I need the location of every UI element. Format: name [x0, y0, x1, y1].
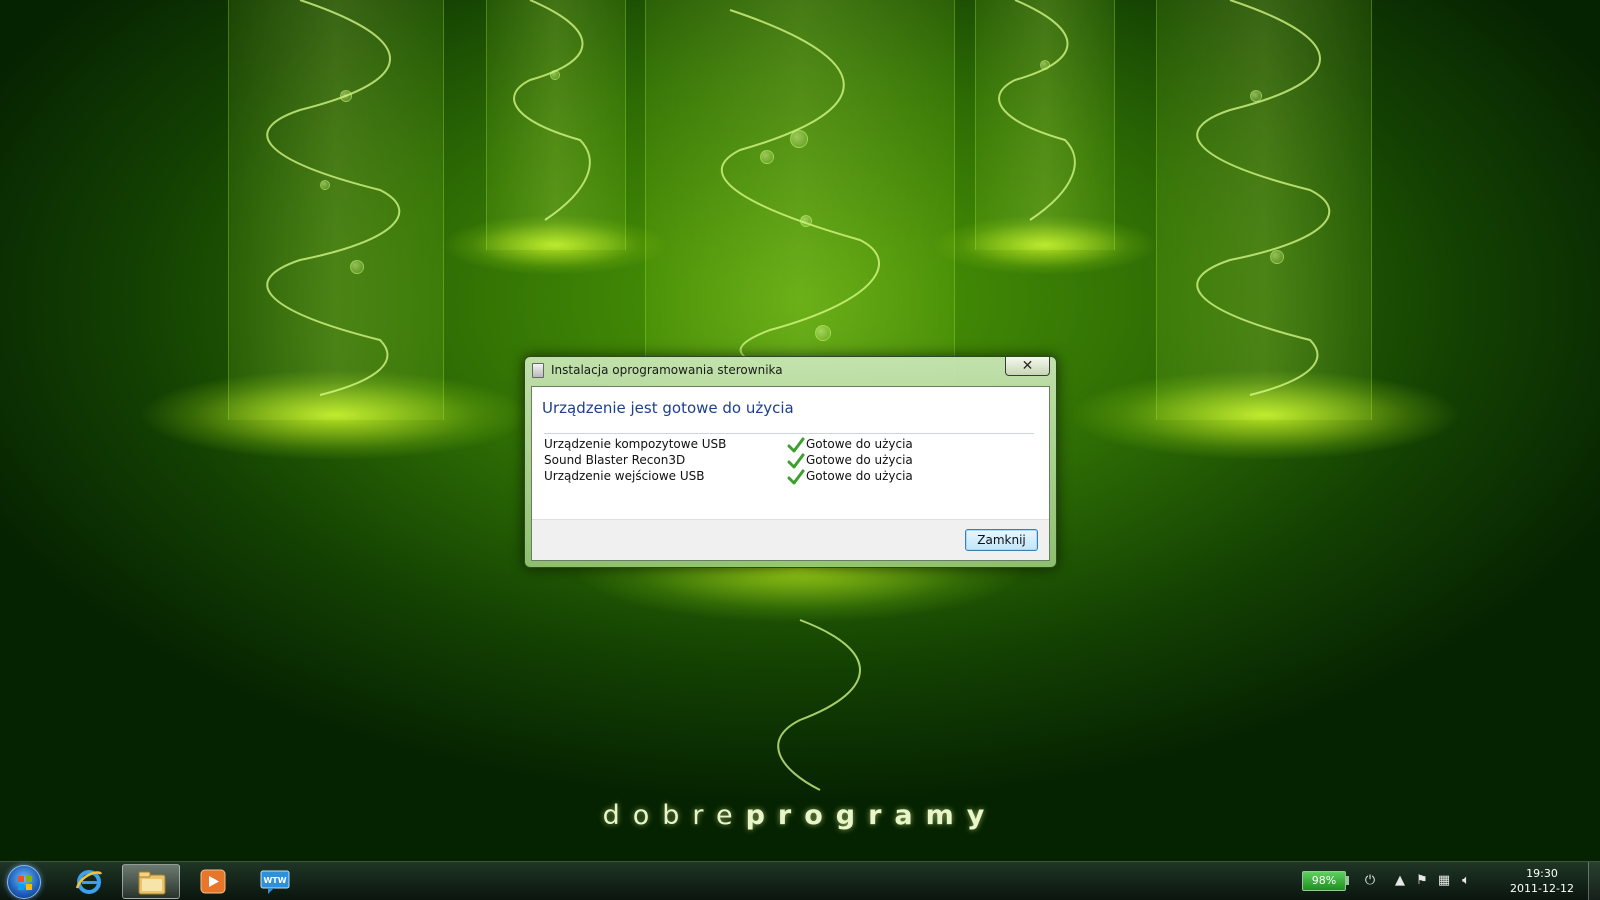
- wtw-icon: WTW: [260, 870, 290, 894]
- close-button[interactable]: Zamknij: [965, 529, 1038, 551]
- show-desktop-button[interactable]: [1588, 862, 1600, 900]
- list-item: Urządzenie kompozytowe USB Gotowe do uży…: [544, 437, 1034, 453]
- taskbar-wtw[interactable]: WTW: [246, 864, 304, 899]
- volume-icon[interactable]: 🔈︎: [1458, 873, 1474, 889]
- taskbar-media-player[interactable]: [184, 864, 242, 899]
- driver-install-icon: [532, 363, 544, 378]
- device-status: Gotowe do użycia: [806, 469, 913, 483]
- wtw-label: WTW: [263, 876, 286, 885]
- dialog-titlebar[interactable]: Instalacja oprogramowania sterownika ✕: [525, 357, 1056, 385]
- bubble: [320, 180, 330, 190]
- dialog-footer: Zamknij: [532, 519, 1049, 560]
- battery-percent: 98%: [1311, 874, 1337, 887]
- system-clock[interactable]: 19:30 2011-12-12: [1506, 866, 1578, 896]
- bubble: [760, 150, 774, 164]
- dialog-title: Instalacja oprogramowania sterownika: [551, 363, 783, 377]
- checkmark-icon: [787, 453, 805, 469]
- dialog-content: Urządzenie jest gotowe do użycia Urządze…: [531, 386, 1050, 561]
- bubble: [800, 215, 812, 227]
- brand-bold: programy: [745, 800, 998, 831]
- power-plug-icon[interactable]: ⏻: [1362, 873, 1378, 889]
- show-hidden-icons-icon[interactable]: ▲: [1392, 873, 1408, 889]
- clock-date: 2011-12-12: [1510, 882, 1574, 895]
- device-status: Gotowe do użycia: [806, 437, 913, 451]
- bubble: [550, 70, 560, 80]
- driver-install-dialog: Instalacja oprogramowania sterownika ✕ U…: [524, 356, 1057, 568]
- list-item: Urządzenie wejściowe USB Gotowe do użyci…: [544, 469, 1034, 485]
- network-icon[interactable]: ▦: [1436, 873, 1452, 889]
- brand-light: dobre: [602, 800, 746, 831]
- dialog-heading: Urządzenie jest gotowe do użycia: [542, 399, 794, 417]
- bubble: [815, 325, 831, 341]
- battery-indicator[interactable]: 98%: [1302, 871, 1346, 891]
- bubble: [790, 130, 808, 148]
- device-name: Urządzenie wejściowe USB: [544, 469, 705, 483]
- divider: [544, 433, 1034, 434]
- clock-time: 19:30: [1526, 867, 1558, 880]
- taskbar-internet-explorer[interactable]: [60, 864, 118, 899]
- device-name: Urządzenie kompozytowe USB: [544, 437, 727, 451]
- checkmark-icon: [787, 437, 805, 453]
- wallpaper-brand-text: dobreprogramy: [600, 800, 1000, 831]
- taskbar: WTW 98% ⏻ ▲ ⚑ ▦ 🔈︎ 19:30 2011-12-12: [0, 861, 1600, 900]
- taskbar-windows-explorer[interactable]: [122, 864, 180, 899]
- internet-explorer-icon: [75, 870, 103, 894]
- windows-explorer-icon: [138, 871, 166, 895]
- bubble: [1040, 60, 1050, 70]
- close-window-button[interactable]: ✕: [1005, 357, 1050, 376]
- device-status: Gotowe do użycia: [806, 453, 913, 467]
- battery-tip: [1346, 876, 1349, 885]
- bubble: [1270, 250, 1284, 264]
- bubble: [1250, 90, 1262, 102]
- action-center-flag-icon[interactable]: ⚑: [1414, 873, 1430, 889]
- device-name: Sound Blaster Recon3D: [544, 453, 686, 467]
- media-player-icon: [200, 869, 226, 894]
- checkmark-icon: [787, 469, 805, 485]
- start-button[interactable]: [7, 865, 41, 899]
- list-item: Sound Blaster Recon3D Gotowe do użycia: [544, 453, 1034, 469]
- bubble: [340, 90, 352, 102]
- bubble: [350, 260, 364, 274]
- windows-logo-icon: [18, 876, 32, 890]
- device-list: Urządzenie kompozytowe USB Gotowe do uży…: [544, 437, 1034, 485]
- system-tray: 98% ⏻ ▲ ⚑ ▦ 🔈︎ 19:30 2011-12-12: [1290, 862, 1600, 900]
